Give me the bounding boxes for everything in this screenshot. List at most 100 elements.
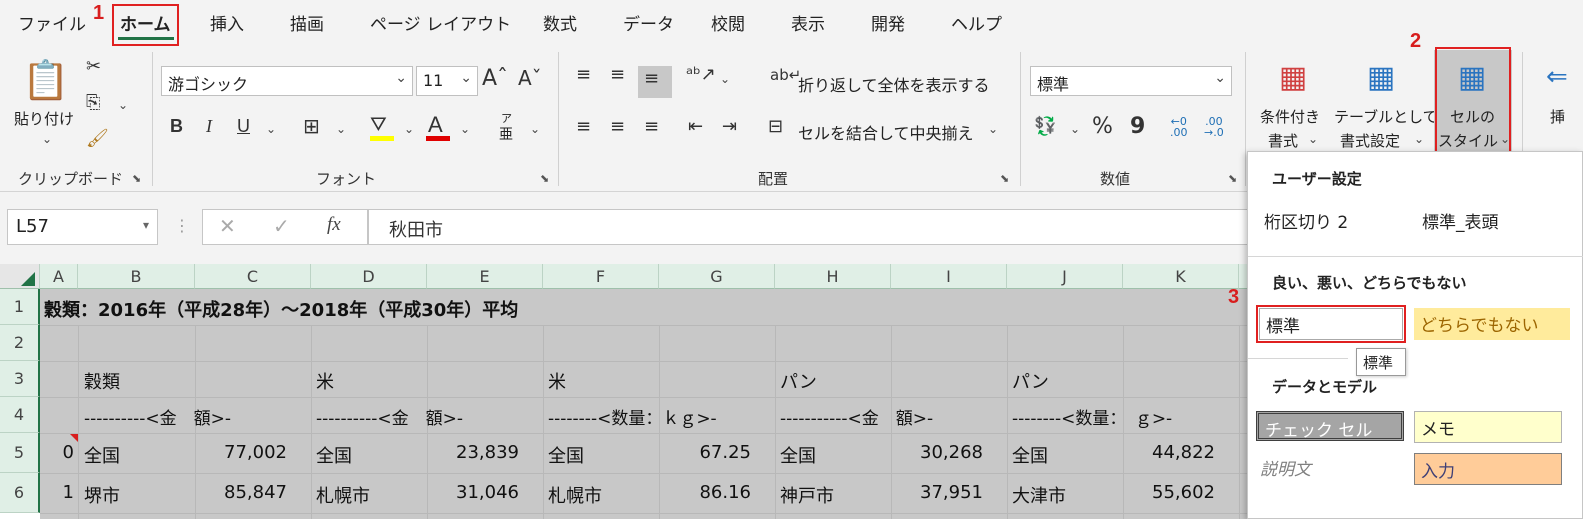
insert-function-button[interactable]: fx: [327, 214, 341, 236]
row-header-5[interactable]: 5: [0, 433, 40, 473]
font-color-icon[interactable]: A: [428, 112, 443, 138]
style-explanatory-button[interactable]: 説明文: [1260, 455, 1311, 480]
tab-file[interactable]: ファイル: [18, 10, 86, 35]
format-painter-icon[interactable]: 🖌: [86, 128, 109, 149]
font-color-dropdown-icon[interactable]: ⌄: [460, 122, 470, 136]
wrap-text-button[interactable]: 折り返して全体を表示する: [798, 72, 990, 96]
conditional-formatting-line2[interactable]: 書式: [1268, 130, 1298, 151]
cell-a5[interactable]: 0: [40, 442, 74, 463]
row-header-1[interactable]: 1: [0, 289, 40, 325]
style-comma-2[interactable]: 桁区切り 2: [1264, 208, 1348, 233]
cell-c6[interactable]: 85,847: [195, 482, 287, 503]
conditional-formatting-dropdown-icon[interactable]: ⌄: [1308, 132, 1318, 146]
cell-e6[interactable]: 31,046: [427, 482, 519, 503]
tab-developer[interactable]: 開発: [871, 10, 905, 35]
font-size-combo[interactable]: 11 ⌄: [416, 66, 478, 96]
cell-b3[interactable]: 穀類: [84, 368, 120, 394]
borders-icon[interactable]: ⊞: [303, 114, 320, 138]
column-header-e[interactable]: E: [427, 264, 543, 289]
insert-cells-button[interactable]: 挿: [1550, 106, 1565, 127]
underline-dropdown-icon[interactable]: ⌄: [266, 122, 276, 136]
align-top-icon[interactable]: ≡: [576, 64, 591, 85]
cell-g6[interactable]: 86.16: [659, 482, 751, 503]
borders-dropdown-icon[interactable]: ⌄: [336, 122, 346, 136]
bold-button[interactable]: B: [170, 116, 183, 137]
column-header-f[interactable]: F: [543, 264, 659, 289]
cell-e5[interactable]: 23,839: [427, 442, 519, 463]
phonetic-dropdown-icon[interactable]: ⌄: [530, 122, 540, 136]
style-check-cell-button[interactable]: チェック セル: [1256, 411, 1404, 441]
name-box-dropdown-icon[interactable]: ▾: [143, 218, 149, 232]
style-memo-button[interactable]: メモ: [1414, 411, 1562, 443]
format-as-table-line2[interactable]: 書式設定: [1340, 130, 1400, 151]
column-header-g[interactable]: G: [659, 264, 775, 289]
cell-k6[interactable]: 55,602: [1123, 482, 1215, 503]
tab-review[interactable]: 校閲: [711, 10, 745, 35]
conditional-formatting-icon[interactable]: ▦: [1272, 60, 1314, 96]
fill-color-dropdown-icon[interactable]: ⌄: [404, 122, 414, 136]
column-header-j[interactable]: J: [1007, 264, 1123, 289]
style-normal-button[interactable]: 標準: [1259, 308, 1403, 340]
conditional-formatting-line1[interactable]: 条件付き: [1260, 106, 1320, 127]
cell-h3[interactable]: パン: [780, 368, 817, 394]
merge-center-icon[interactable]: ⊟: [768, 116, 783, 137]
increase-font-icon[interactable]: Aˆ: [482, 66, 508, 91]
paste-button[interactable]: 貼り付け: [14, 108, 74, 129]
tab-page-layout[interactable]: ページ レイアウト: [370, 10, 511, 35]
tab-view[interactable]: 表示: [791, 10, 825, 35]
orientation-icon[interactable]: ᵃᵇ↗: [686, 64, 716, 85]
alignment-launcher-icon[interactable]: ⬊: [1000, 172, 1009, 185]
sheet-title-cell[interactable]: 穀類：2016年（平成28年）～2018年（平成30年）平均: [44, 296, 518, 322]
cell-c5[interactable]: 77,002: [195, 442, 287, 463]
comma-style-button[interactable]: 9: [1130, 114, 1145, 139]
currency-icon[interactable]: 💱: [1034, 116, 1056, 137]
cell-d5[interactable]: 全国: [316, 442, 352, 468]
tab-data[interactable]: データ: [623, 10, 674, 35]
cell-b5[interactable]: 全国: [84, 442, 120, 468]
cell-d4[interactable]: ----------<金 額>-: [316, 404, 463, 429]
align-middle-icon[interactable]: ≡: [610, 64, 625, 85]
clipboard-launcher-icon[interactable]: ⬊: [132, 172, 141, 185]
format-as-table-line1[interactable]: テーブルとして: [1334, 106, 1438, 127]
cell-j3[interactable]: パン: [1012, 368, 1049, 394]
name-box[interactable]: L57 ▾: [7, 209, 158, 245]
cell-j6[interactable]: 大津市: [1012, 482, 1066, 508]
number-format-combo[interactable]: 標準 ⌄: [1030, 66, 1232, 96]
cell-k5[interactable]: 44,822: [1123, 442, 1215, 463]
cut-icon[interactable]: ✂: [86, 56, 101, 77]
style-standard-header[interactable]: 標準_表頭: [1422, 208, 1499, 233]
percent-button[interactable]: %: [1092, 114, 1113, 139]
column-header-b[interactable]: B: [78, 264, 195, 289]
cell-d3[interactable]: 米: [316, 368, 334, 394]
number-launcher-icon[interactable]: ⬊: [1228, 172, 1237, 185]
merge-center-button[interactable]: セルを結合して中央揃え: [798, 120, 974, 144]
align-center-icon[interactable]: ≡: [610, 116, 625, 137]
fill-color-icon[interactable]: ⛛: [370, 112, 387, 136]
style-input-button[interactable]: 入力: [1414, 453, 1562, 485]
tab-help[interactable]: ヘルプ: [951, 10, 1002, 35]
wrap-text-icon[interactable]: ab↵: [770, 66, 801, 84]
cell-f3[interactable]: 米: [548, 368, 566, 394]
decrease-indent-icon[interactable]: ⇤: [688, 116, 703, 137]
cell-b4[interactable]: ----------<金 額>-: [84, 404, 231, 429]
cell-h5[interactable]: 全国: [780, 442, 816, 468]
number-format-dropdown-icon[interactable]: ⌄: [1214, 70, 1226, 86]
cell-h4[interactable]: -----------<金 額>-: [780, 404, 933, 429]
format-as-table-dropdown-icon[interactable]: ⌄: [1414, 132, 1424, 146]
column-header-d[interactable]: D: [311, 264, 427, 289]
cell-i5[interactable]: 30,268: [891, 442, 983, 463]
column-header-h[interactable]: H: [775, 264, 891, 289]
copy-dropdown-icon[interactable]: ⌄: [118, 98, 128, 112]
cell-d6[interactable]: 札幌市: [316, 482, 370, 508]
row-header-3[interactable]: 3: [0, 361, 40, 397]
insert-cells-icon[interactable]: ⇐: [1546, 62, 1568, 92]
select-all-corner[interactable]: [0, 264, 40, 289]
phonetic-icon[interactable]: 亜: [499, 124, 513, 144]
font-name-dropdown-icon[interactable]: ⌄: [395, 70, 407, 86]
cell-b6[interactable]: 堺市: [84, 482, 120, 508]
italic-button[interactable]: I: [206, 116, 212, 137]
column-header-i[interactable]: I: [891, 264, 1007, 289]
cell-i6[interactable]: 37,951: [891, 482, 983, 503]
font-size-dropdown-icon[interactable]: ⌄: [460, 70, 472, 86]
cell-h6[interactable]: 神戸市: [780, 482, 834, 508]
